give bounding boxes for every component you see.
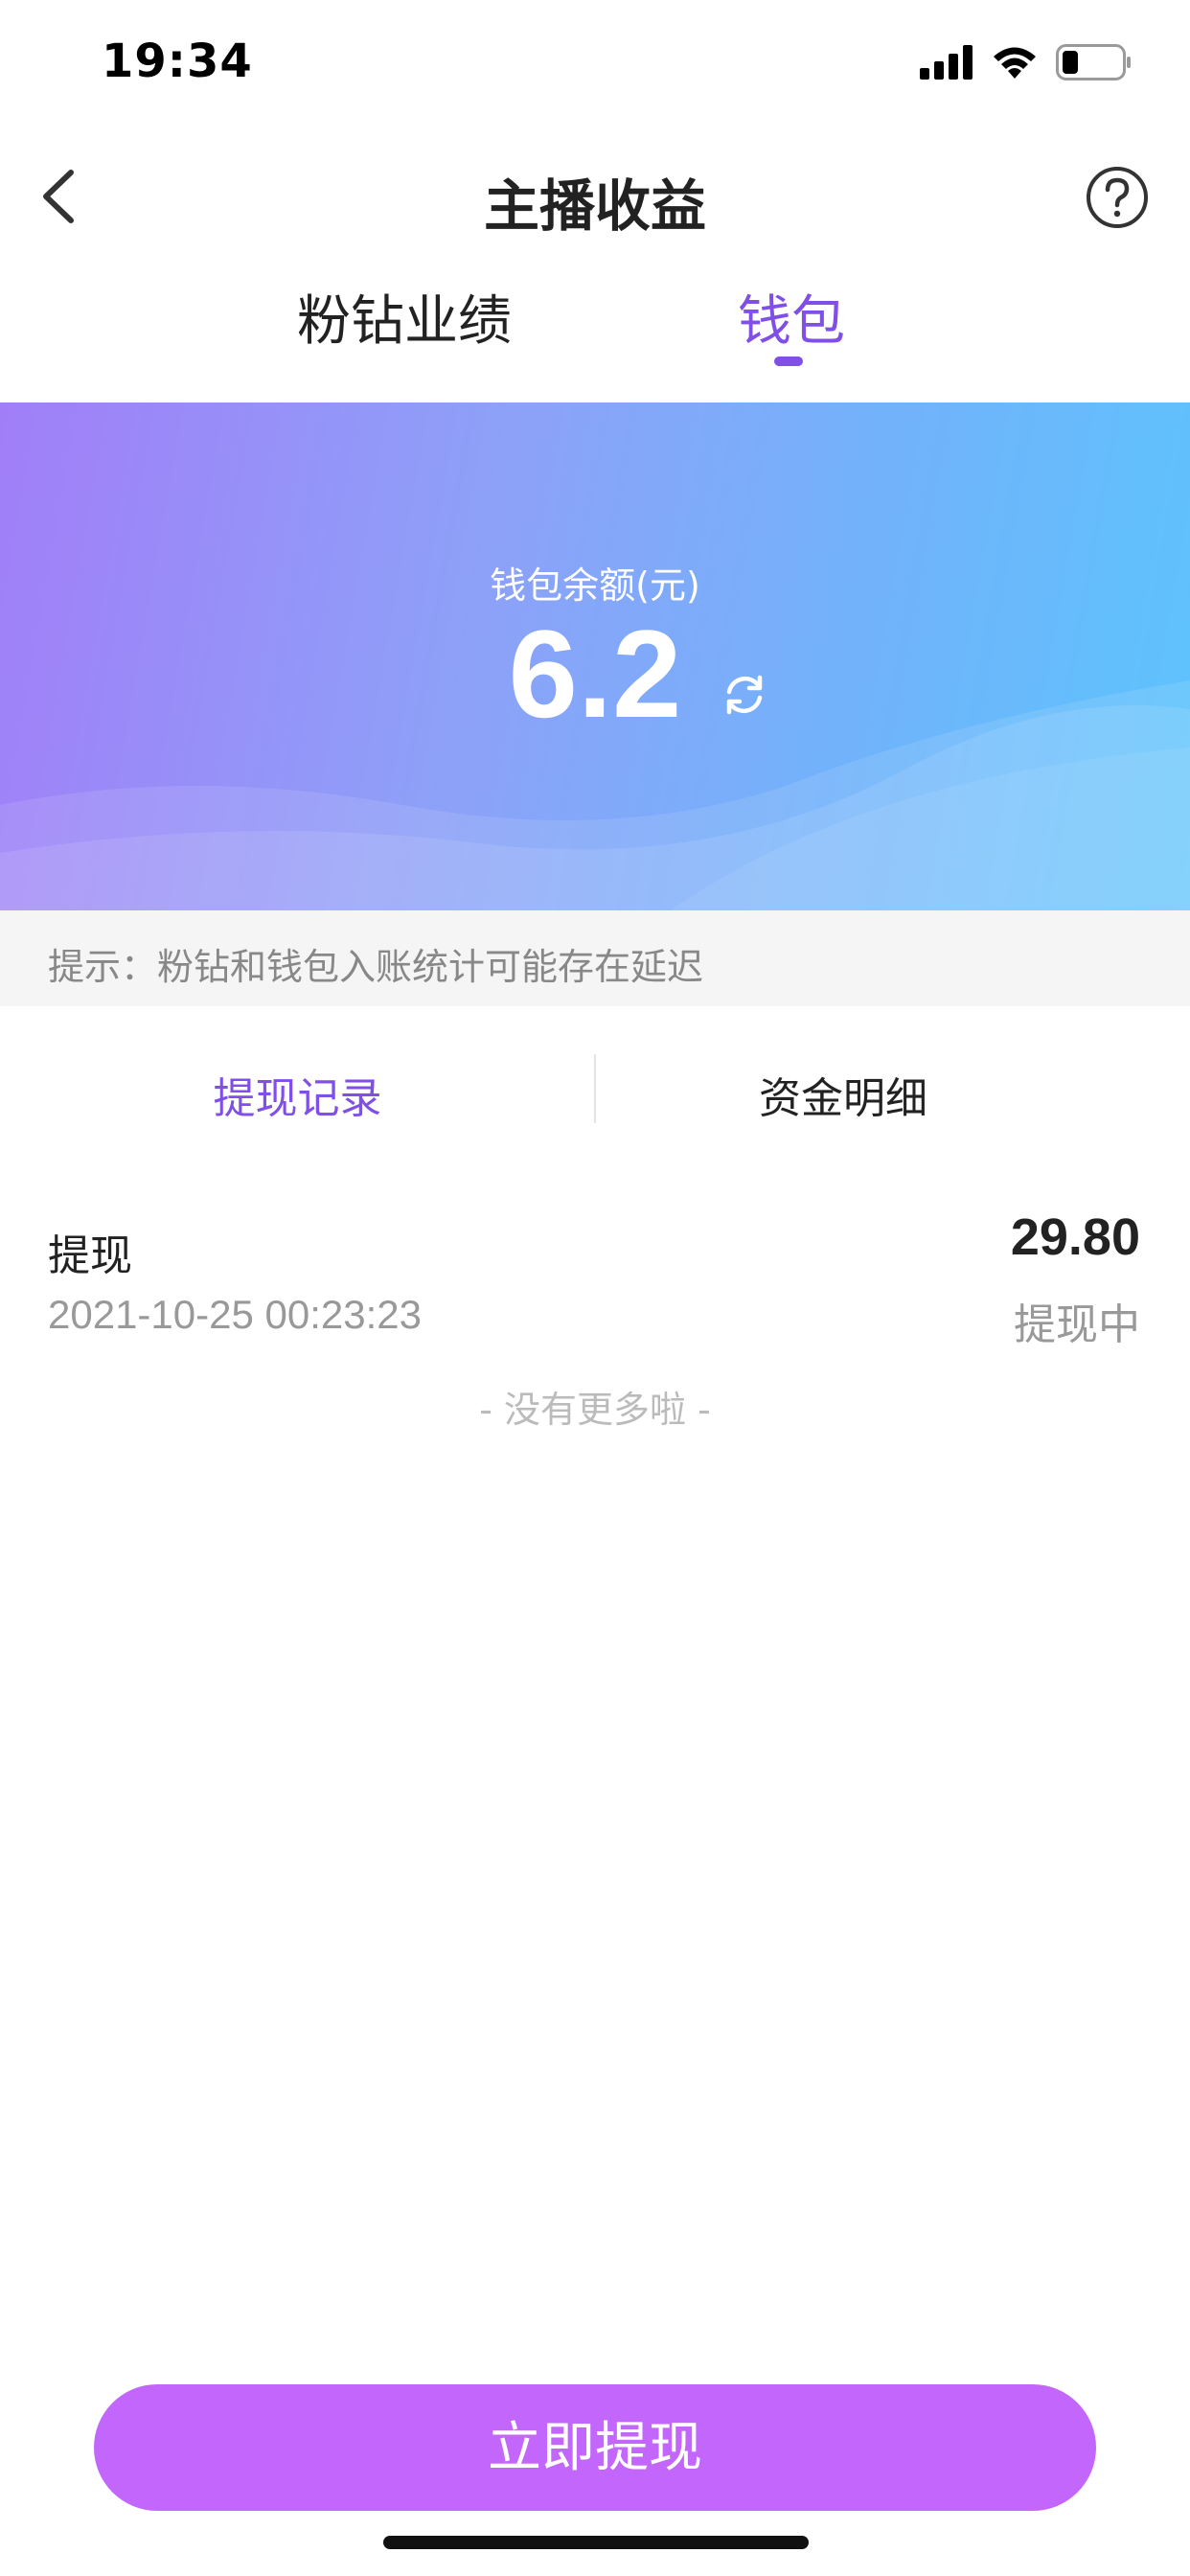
page-title: 主播收益: [483, 173, 706, 239]
refresh-icon[interactable]: [719, 669, 770, 721]
record-time: 2021-10-25 00:23:23: [48, 1292, 422, 1337]
home-indicator: [383, 2536, 809, 2549]
withdraw-now-button[interactable]: 立即提现: [94, 2384, 1096, 2511]
status-bar: 19:34: [0, 0, 1190, 125]
battery-icon: [1056, 44, 1131, 80]
status-time: 19:34: [102, 34, 253, 88]
balance-value: 6.2: [508, 604, 682, 744]
record-type: 提现: [48, 1231, 132, 1280]
tab-performance[interactable]: 粉钻业绩: [297, 278, 512, 356]
list-end-text: - 没有更多啦 -: [479, 1389, 711, 1431]
cellular-signal-icon: [920, 45, 973, 80]
list-item[interactable]: 提现 2021-10-25 00:23:23 29.80 提现中: [0, 1208, 1190, 1361]
help-icon: [1087, 167, 1148, 228]
tab-withdraw-records[interactable]: 提现记录: [0, 1064, 595, 1125]
top-tabs: 粉钻业绩 钱包: [0, 278, 1190, 383]
tab-wallet[interactable]: 钱包: [738, 278, 845, 356]
status-icons: [920, 44, 1133, 80]
wifi-icon: [994, 47, 1036, 79]
tip-text: 提示：粉钻和钱包入账统计可能存在延迟: [48, 946, 704, 988]
balance-label: 钱包余额(元): [490, 564, 700, 607]
nav-bar: 主播收益: [0, 144, 1190, 249]
sub-tabs: 提现记录 资金明细: [0, 1054, 1190, 1131]
tip-bar: 提示：粉钻和钱包入账统计可能存在延迟: [0, 910, 1190, 1006]
tab-fund-details[interactable]: 资金明细: [537, 1064, 1150, 1125]
active-tab-indicator: [774, 356, 803, 366]
wallet-banner: 钱包余额(元) 6.2: [0, 402, 1190, 910]
help-button[interactable]: [1085, 165, 1150, 230]
record-status: 提现中: [1014, 1300, 1140, 1349]
record-amount: 29.80: [1010, 1208, 1140, 1266]
